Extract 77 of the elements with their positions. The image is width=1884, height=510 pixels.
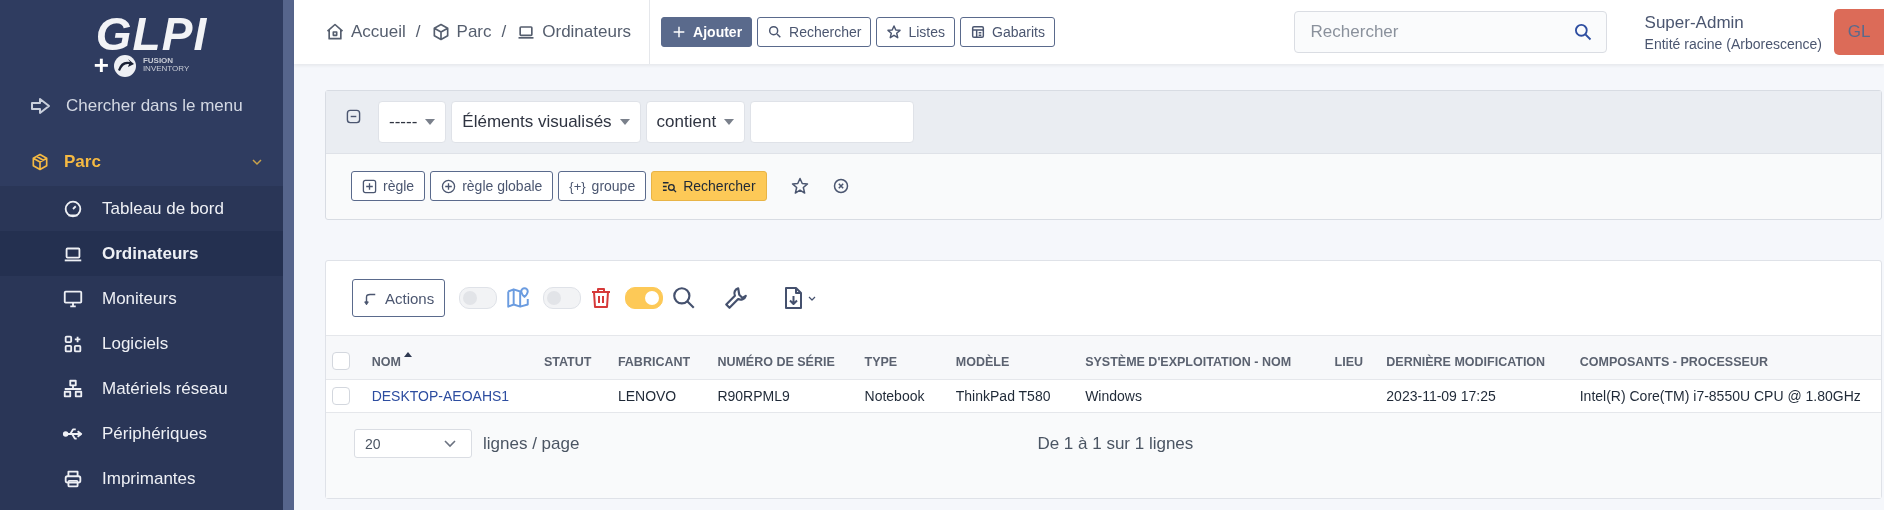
search-icon xyxy=(767,24,784,40)
column-header[interactable]: NUMÉRO DE SÉRIE xyxy=(717,354,835,369)
column-header[interactable]: MODÈLE xyxy=(955,354,1010,369)
search-icon[interactable] xyxy=(1572,22,1593,42)
table-cell: LENOVO xyxy=(617,388,677,404)
plus-circle-icon xyxy=(441,178,457,194)
chevron-icon xyxy=(443,439,457,448)
menu-section[interactable]: Parc xyxy=(0,138,283,186)
operator-dropdown[interactable]: contient xyxy=(645,101,746,143)
computer-link[interactable]: DESKTOP-AEOAHS1 xyxy=(371,388,510,404)
plus-square-icon xyxy=(362,178,377,194)
breadcrumb-link[interactable]: Parc xyxy=(430,22,492,42)
table-cell: Windows xyxy=(1085,388,1142,404)
sort-ascending-icon xyxy=(402,351,413,358)
arrow-right-icon xyxy=(30,96,52,116)
criteria-button[interactable]: règle globale xyxy=(430,171,554,201)
menu-item[interactable]: Tableau de bord xyxy=(0,186,283,231)
toggle-switch[interactable] xyxy=(459,287,498,309)
table-cell: R90RPML9 xyxy=(717,388,790,404)
menu-item[interactable]: Matériels réseau xyxy=(0,366,283,411)
layout-icon xyxy=(970,24,987,40)
header-button[interactable]: Gabarits xyxy=(960,17,1055,47)
header-button[interactable]: Ajouter xyxy=(661,17,753,47)
table-cell: 2023-11-09 17:25 xyxy=(1386,388,1496,404)
pagination-summary: De 1 à 1 sur 1 lignes xyxy=(1037,433,1194,454)
home-icon xyxy=(325,22,345,42)
breadcrumb-link[interactable]: Accueil xyxy=(325,22,406,42)
return-arrow-icon xyxy=(363,291,377,305)
breadcrumb-link[interactable]: Ordinateurs xyxy=(516,22,632,42)
star-icon xyxy=(886,24,903,40)
select-all-checkbox[interactable] xyxy=(332,351,350,370)
toggle-switch[interactable] xyxy=(625,287,664,309)
table-cell: Notebook xyxy=(864,388,925,404)
table-cell: ThinkPad T580 xyxy=(955,388,1051,404)
page-size-dropdown[interactable]: 20 xyxy=(354,429,472,458)
actions-button[interactable]: Actions xyxy=(352,279,446,317)
search-field[interactable]: Rechercher xyxy=(1293,11,1607,53)
toggle-switch[interactable] xyxy=(543,287,582,309)
network-icon xyxy=(62,377,84,400)
column-header[interactable]: COMPOSANTS - PROCESSEUR xyxy=(1579,354,1768,369)
criteria-button[interactable]: Rechercher xyxy=(651,171,767,201)
clear-icon[interactable] xyxy=(832,178,849,194)
row-checkbox[interactable] xyxy=(332,387,350,405)
logo-brand: INVENTORY xyxy=(142,65,190,73)
page-size-label: lignes / page xyxy=(483,433,580,454)
star-icon[interactable] xyxy=(789,176,810,196)
header-button[interactable]: Rechercher xyxy=(757,17,872,47)
menu-item[interactable]: Imprimantes xyxy=(0,456,283,501)
menu-item[interactable]: Moniteurs xyxy=(0,276,283,321)
breadcrumb-separator: / xyxy=(501,22,507,42)
header-button[interactable]: Listes xyxy=(876,17,956,47)
menu-item[interactable]: Périphériques xyxy=(0,411,283,456)
column-header[interactable]: LIEU xyxy=(1334,354,1364,369)
value-field[interactable] xyxy=(750,101,915,143)
wrench-icon[interactable] xyxy=(723,285,750,311)
criteria-button[interactable]: règle xyxy=(351,171,426,201)
breadcrumb-separator: / xyxy=(415,22,421,42)
column-header[interactable]: FABRICANT xyxy=(617,354,691,369)
section-label: Parc xyxy=(64,152,102,172)
column-header[interactable]: DERNIÈRE MODIFICATION xyxy=(1386,354,1546,369)
column-header[interactable]: STATUT xyxy=(543,354,592,369)
table-cell: Intel(R) Core(TM) i7-8550U CPU @ 1.80GHz xyxy=(1579,388,1861,404)
user-entity[interactable]: Entité racine (Arborescence) xyxy=(1644,35,1822,52)
menu-item[interactable]: Ordinateurs xyxy=(0,231,283,276)
user-name: Super-Admin xyxy=(1644,12,1745,33)
column-header[interactable]: TYPE xyxy=(864,354,898,369)
criteria-button[interactable]: {+} groupe xyxy=(558,171,647,201)
menu-item[interactable]: Logiciels xyxy=(0,321,283,366)
field-dropdown[interactable]: ----- xyxy=(378,101,447,143)
column-header[interactable]: SYSTÈME D'EXPLOITATION - NOM xyxy=(1085,354,1292,369)
menu-search-link[interactable]: Chercher dans le menu xyxy=(0,84,283,128)
logo-brand: FUSION xyxy=(142,57,175,65)
map-pin-icon xyxy=(505,285,532,311)
item-dropdown[interactable]: Éléments visualisés xyxy=(451,101,641,143)
collapse-icon[interactable] xyxy=(346,109,361,124)
box-icon xyxy=(30,152,50,172)
column-header[interactable]: NOM xyxy=(371,354,413,369)
